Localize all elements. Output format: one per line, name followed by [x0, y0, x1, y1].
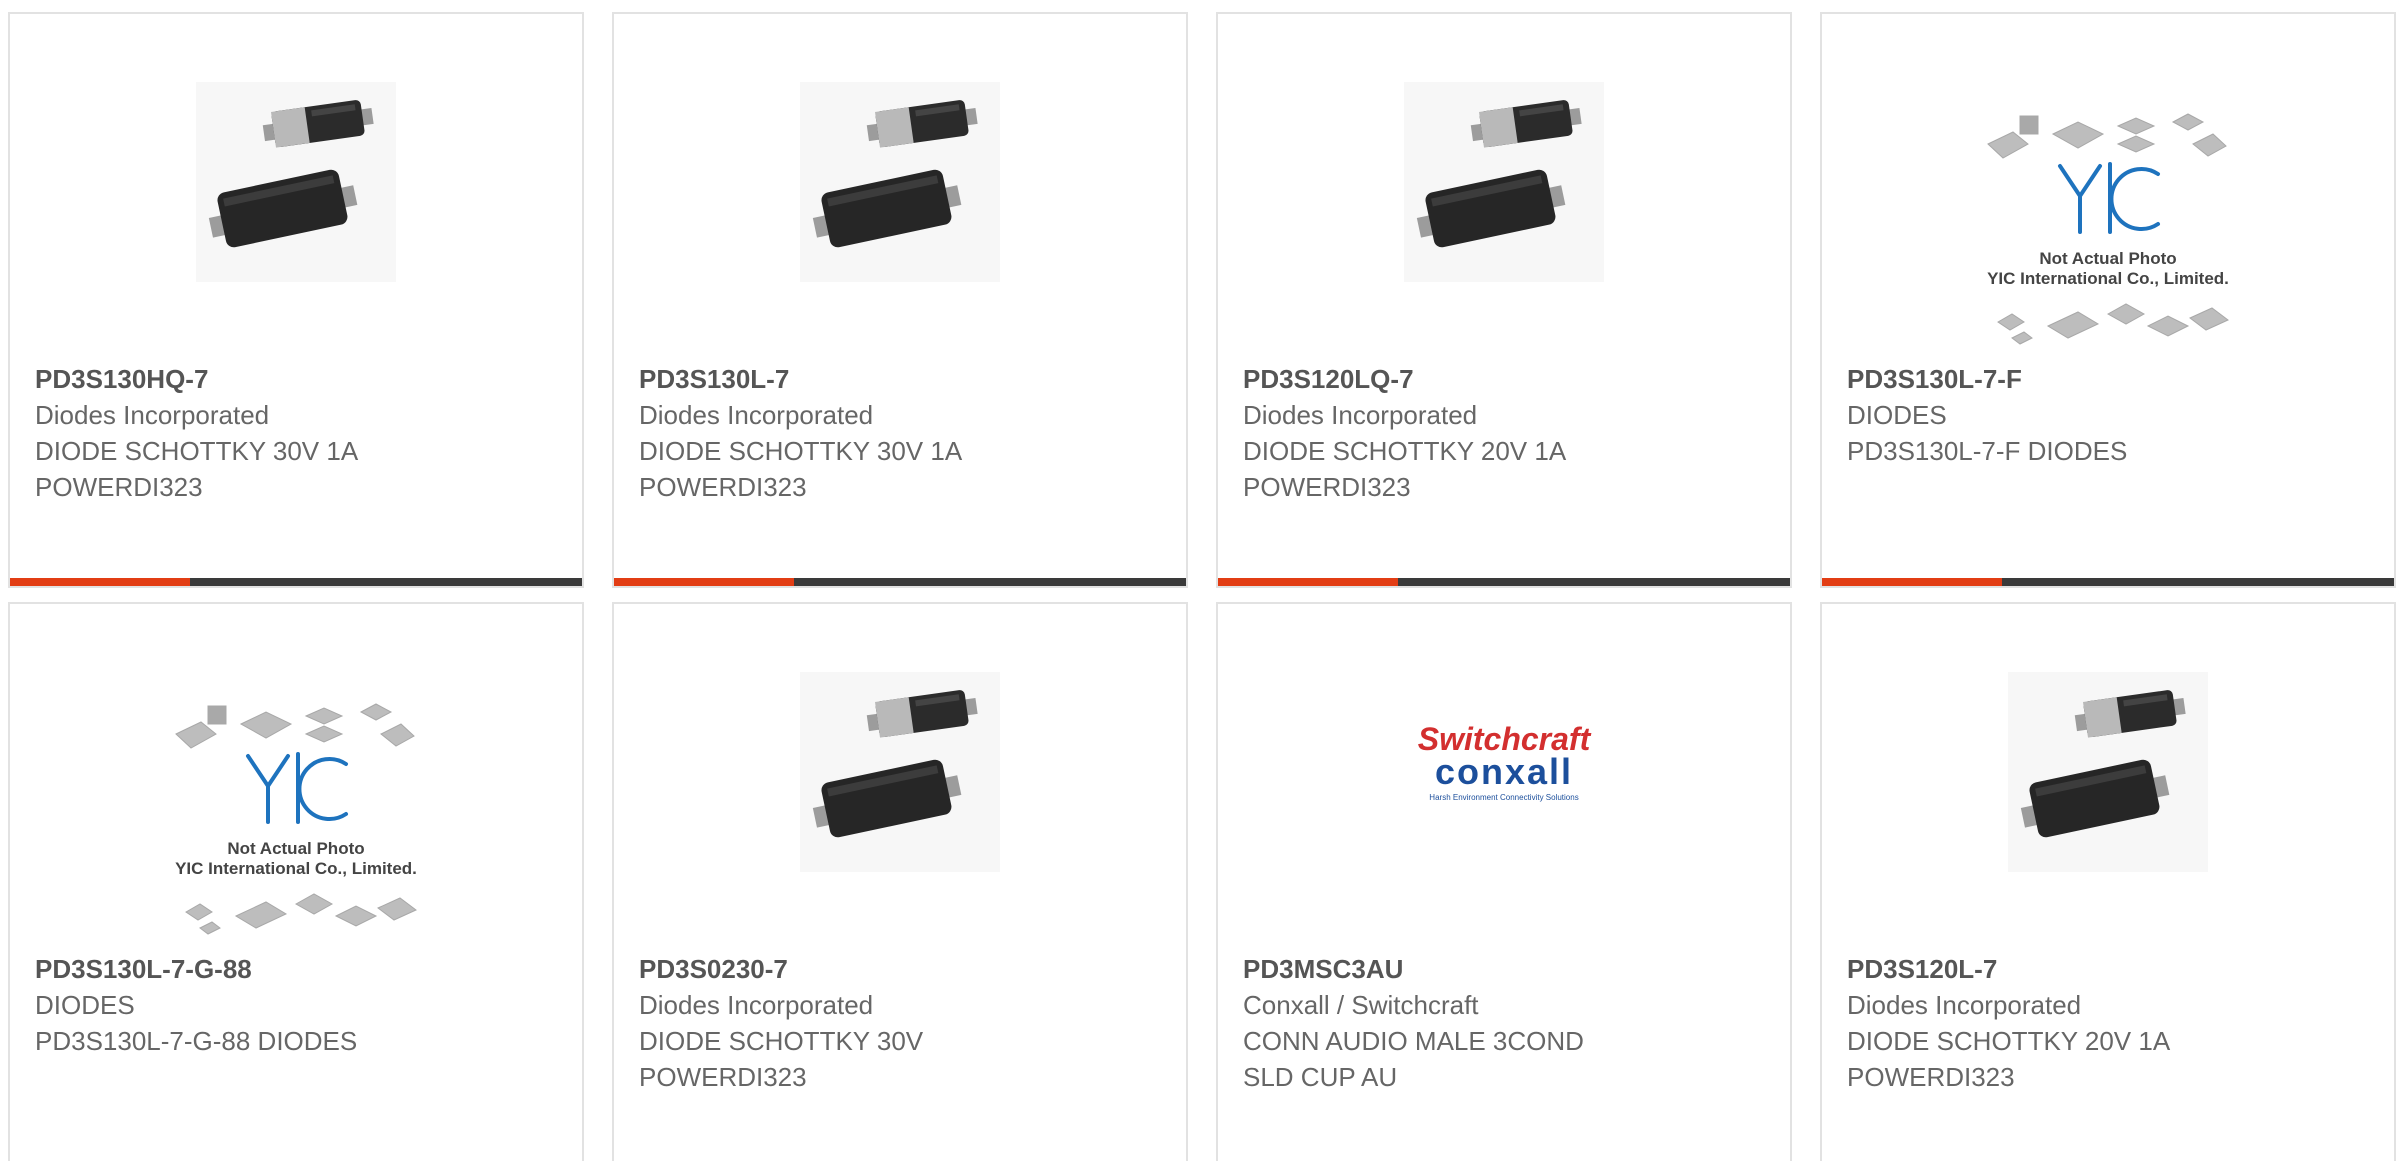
conxall-logo-text: conxall [1435, 751, 1573, 792]
yic-company-caption: YIC International Co., Limited. [175, 859, 417, 878]
card-bottom-bar [614, 578, 1186, 586]
product-description: DIODE SCHOTTKY 20V 1A POWERDI323 [1847, 1026, 2171, 1092]
product-card[interactable]: PD3S0230-7 Diodes Incorporated DIODE SCH… [612, 602, 1188, 1161]
card-accent-bar [1218, 578, 1399, 586]
card-bottom-bar [1218, 578, 1790, 586]
part-number[interactable]: PD3MSC3AU [1243, 951, 1770, 987]
product-info: PD3S0230-7 Diodes Incorporated DIODE SCH… [639, 951, 1166, 1095]
product-image[interactable] [10, 82, 582, 282]
part-number[interactable]: PD3S130HQ-7 [35, 361, 562, 397]
card-accent-bar [614, 578, 795, 586]
part-number[interactable]: PD3S0230-7 [639, 951, 1166, 987]
product-image[interactable] [614, 82, 1186, 282]
manufacturer: Conxall / Switchcraft [1243, 990, 1479, 1020]
product-card[interactable]: PD3S120L-7 Diodes Incorporated DIODE SCH… [1820, 602, 2396, 1161]
yic-company-caption: YIC International Co., Limited. [1987, 269, 2229, 288]
product-description: DIODE SCHOTTKY 30V 1A POWERDI323 [639, 436, 963, 502]
product-description: DIODE SCHOTTKY 20V 1A POWERDI323 [1243, 436, 1567, 502]
logo-tagline: Harsh Environment Connectivity Solutions [1429, 793, 1578, 802]
not-actual-photo-caption: Not Actual Photo [227, 839, 364, 858]
product-image[interactable] [1822, 672, 2394, 872]
yic-placeholder-icon: Not Actual Photo YIC International Co., … [1987, 113, 2229, 345]
product-card[interactable]: Not Actual Photo YIC International Co., … [1820, 12, 2396, 588]
product-image[interactable]: Not Actual Photo YIC International Co., … [1822, 104, 2394, 354]
product-image[interactable]: Switchcraft conxall Harsh Environment Co… [1218, 672, 1790, 872]
part-number[interactable]: PD3S120LQ-7 [1243, 361, 1770, 397]
part-number[interactable]: PD3S130L-7-G-88 [35, 951, 562, 987]
product-image[interactable] [1218, 82, 1790, 282]
product-card[interactable]: PD3S130L-7 Diodes Incorporated DIODE SCH… [612, 12, 1188, 588]
card-accent-bar [1822, 578, 2003, 586]
product-info: PD3S130HQ-7 Diodes Incorporated DIODE SC… [35, 361, 562, 505]
part-number[interactable]: PD3S130L-7-F [1847, 361, 2374, 397]
product-description: DIODE SCHOTTKY 30V POWERDI323 [639, 1026, 924, 1092]
manufacturer: DIODES [35, 990, 135, 1020]
product-info: PD3S130L-7 Diodes Incorporated DIODE SCH… [639, 361, 1166, 505]
diode-package-icon [1404, 82, 1604, 282]
product-info: PD3S130L-7-F DIODES PD3S130L-7-F DIODES [1847, 361, 2374, 469]
product-description: PD3S130L-7-F DIODES [1847, 436, 2128, 466]
product-description: DIODE SCHOTTKY 30V 1A POWERDI323 [35, 436, 359, 502]
yic-placeholder-icon: Not Actual Photo YIC International Co., … [175, 703, 417, 935]
product-description: PD3S130L-7-G-88 DIODES [35, 1026, 358, 1056]
product-card[interactable]: Switchcraft conxall Harsh Environment Co… [1216, 602, 1792, 1161]
manufacturer: Diodes Incorporated [1243, 400, 1478, 430]
product-info: PD3MSC3AU Conxall / Switchcraft CONN AUD… [1243, 951, 1770, 1095]
manufacturer: Diodes Incorporated [1847, 990, 2082, 1020]
product-card[interactable]: Not Actual Photo YIC International Co., … [8, 602, 584, 1161]
product-description: CONN AUDIO MALE 3COND SLD CUP AU [1243, 1026, 1584, 1092]
product-info: PD3S120L-7 Diodes Incorporated DIODE SCH… [1847, 951, 2374, 1095]
manufacturer: DIODES [1847, 400, 1947, 430]
diode-package-icon [800, 672, 1000, 872]
card-bottom-bar [10, 578, 582, 586]
product-info: PD3S130L-7-G-88 DIODES PD3S130L-7-G-88 D… [35, 951, 562, 1059]
not-actual-photo-caption: Not Actual Photo [2039, 249, 2176, 268]
product-image[interactable] [614, 672, 1186, 872]
diode-package-icon [800, 82, 1000, 282]
part-number[interactable]: PD3S130L-7 [639, 361, 1166, 397]
card-accent-bar [10, 578, 191, 586]
manufacturer: Diodes Incorporated [639, 990, 874, 1020]
switchcraft-conxall-logo: Switchcraft conxall Harsh Environment Co… [1418, 721, 1592, 802]
product-card[interactable]: PD3S130HQ-7 Diodes Incorporated DIODE SC… [8, 12, 584, 588]
product-card[interactable]: PD3S120LQ-7 Diodes Incorporated DIODE SC… [1216, 12, 1792, 588]
manufacturer: Diodes Incorporated [35, 400, 270, 430]
product-grid: PD3S130HQ-7 Diodes Incorporated DIODE SC… [0, 0, 2400, 1161]
product-image[interactable]: Not Actual Photo YIC International Co., … [10, 694, 582, 944]
manufacturer: Diodes Incorporated [639, 400, 874, 430]
card-bottom-bar [1822, 578, 2394, 586]
part-number[interactable]: PD3S120L-7 [1847, 951, 2374, 987]
diode-package-icon [2008, 672, 2208, 872]
diode-package-icon [196, 82, 396, 282]
product-info: PD3S120LQ-7 Diodes Incorporated DIODE SC… [1243, 361, 1770, 505]
